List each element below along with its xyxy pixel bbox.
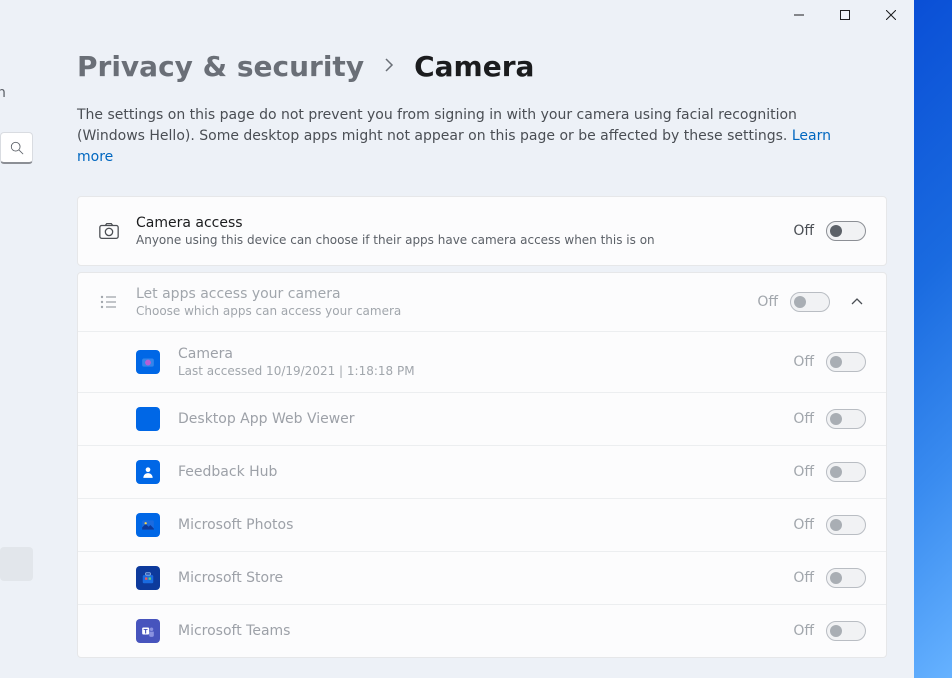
app-toggle[interactable] <box>826 621 866 641</box>
desktop-wallpaper-strip <box>914 0 952 678</box>
app-icon <box>136 350 160 374</box>
app-icon <box>136 513 160 537</box>
apps-access-header[interactable]: Let apps access your camera Choose which… <box>78 273 886 331</box>
app-state-label: Off <box>793 464 814 480</box>
sidebar: n <box>0 0 38 678</box>
app-state-label: Off <box>793 411 814 427</box>
app-row[interactable]: Camera Last accessed 10/19/2021 | 1:18:1… <box>78 331 886 392</box>
minimize-icon <box>794 10 804 20</box>
apps-list: Camera Last accessed 10/19/2021 | 1:18:1… <box>78 331 886 657</box>
camera-access-state-label: Off <box>793 223 814 239</box>
app-name: Feedback Hub <box>178 464 793 480</box>
app-name: Microsoft Photos <box>178 517 793 533</box>
app-row[interactable]: Desktop App Web Viewer Off <box>78 392 886 445</box>
camera-access-subtitle: Anyone using this device can choose if t… <box>136 233 793 247</box>
app-toggle[interactable] <box>826 568 866 588</box>
app-name: Microsoft Store <box>178 570 793 586</box>
collapse-button[interactable] <box>842 296 872 308</box>
app-state-label: Off <box>793 517 814 533</box>
sidebar-truncated-label: n <box>0 85 5 101</box>
maximize-button[interactable] <box>822 0 868 30</box>
window-titlebar <box>776 0 914 30</box>
app-row[interactable]: Microsoft Photos Off <box>78 498 886 551</box>
app-toggle[interactable] <box>826 515 866 535</box>
app-name: Microsoft Teams <box>178 623 793 639</box>
sidebar-selected-item[interactable] <box>0 547 33 581</box>
search-input[interactable] <box>0 132 33 164</box>
apps-access-title: Let apps access your camera <box>136 286 757 302</box>
app-row[interactable]: T Microsoft Teams Off <box>78 604 886 657</box>
apps-access-card: Let apps access your camera Choose which… <box>77 272 887 658</box>
app-state-label: Off <box>793 570 814 586</box>
svg-text:T: T <box>144 629 148 635</box>
page-description: The settings on this page do not prevent… <box>77 105 867 168</box>
camera-access-toggle[interactable] <box>826 221 866 241</box>
apps-access-toggle[interactable] <box>790 292 830 312</box>
breadcrumb: Privacy & security Camera <box>77 50 887 83</box>
camera-icon <box>94 220 124 242</box>
chevron-up-icon <box>851 296 863 308</box>
search-icon <box>10 141 24 155</box>
app-subtitle: Last accessed 10/19/2021 | 1:18:18 PM <box>178 364 793 378</box>
app-name: Desktop App Web Viewer <box>178 411 793 427</box>
app-icon <box>136 566 160 590</box>
apps-access-subtitle: Choose which apps can access your camera <box>136 304 757 318</box>
close-button[interactable] <box>868 0 914 30</box>
app-state-label: Off <box>793 623 814 639</box>
app-row[interactable]: Feedback Hub Off <box>78 445 886 498</box>
close-icon <box>886 10 896 20</box>
camera-access-card[interactable]: Camera access Anyone using this device c… <box>77 196 887 266</box>
breadcrumb-parent[interactable]: Privacy & security <box>77 50 364 83</box>
app-row[interactable]: Microsoft Store Off <box>78 551 886 604</box>
app-icon <box>136 407 160 431</box>
breadcrumb-current: Camera <box>414 50 534 83</box>
description-text: The settings on this page do not prevent… <box>77 107 797 144</box>
list-icon <box>94 292 124 312</box>
app-icon: T <box>136 619 160 643</box>
app-name: Camera <box>178 346 793 362</box>
chevron-right-icon <box>384 57 394 76</box>
app-toggle[interactable] <box>826 409 866 429</box>
maximize-icon <box>840 10 850 20</box>
apps-access-state-label: Off <box>757 294 778 310</box>
content-area: Privacy & security Camera The settings o… <box>77 50 887 658</box>
app-state-label: Off <box>793 354 814 370</box>
app-toggle[interactable] <box>826 462 866 482</box>
app-toggle[interactable] <box>826 352 866 372</box>
app-icon <box>136 460 160 484</box>
settings-window: n Privacy & security Camera The settings… <box>0 0 914 678</box>
camera-access-title: Camera access <box>136 215 793 231</box>
minimize-button[interactable] <box>776 0 822 30</box>
